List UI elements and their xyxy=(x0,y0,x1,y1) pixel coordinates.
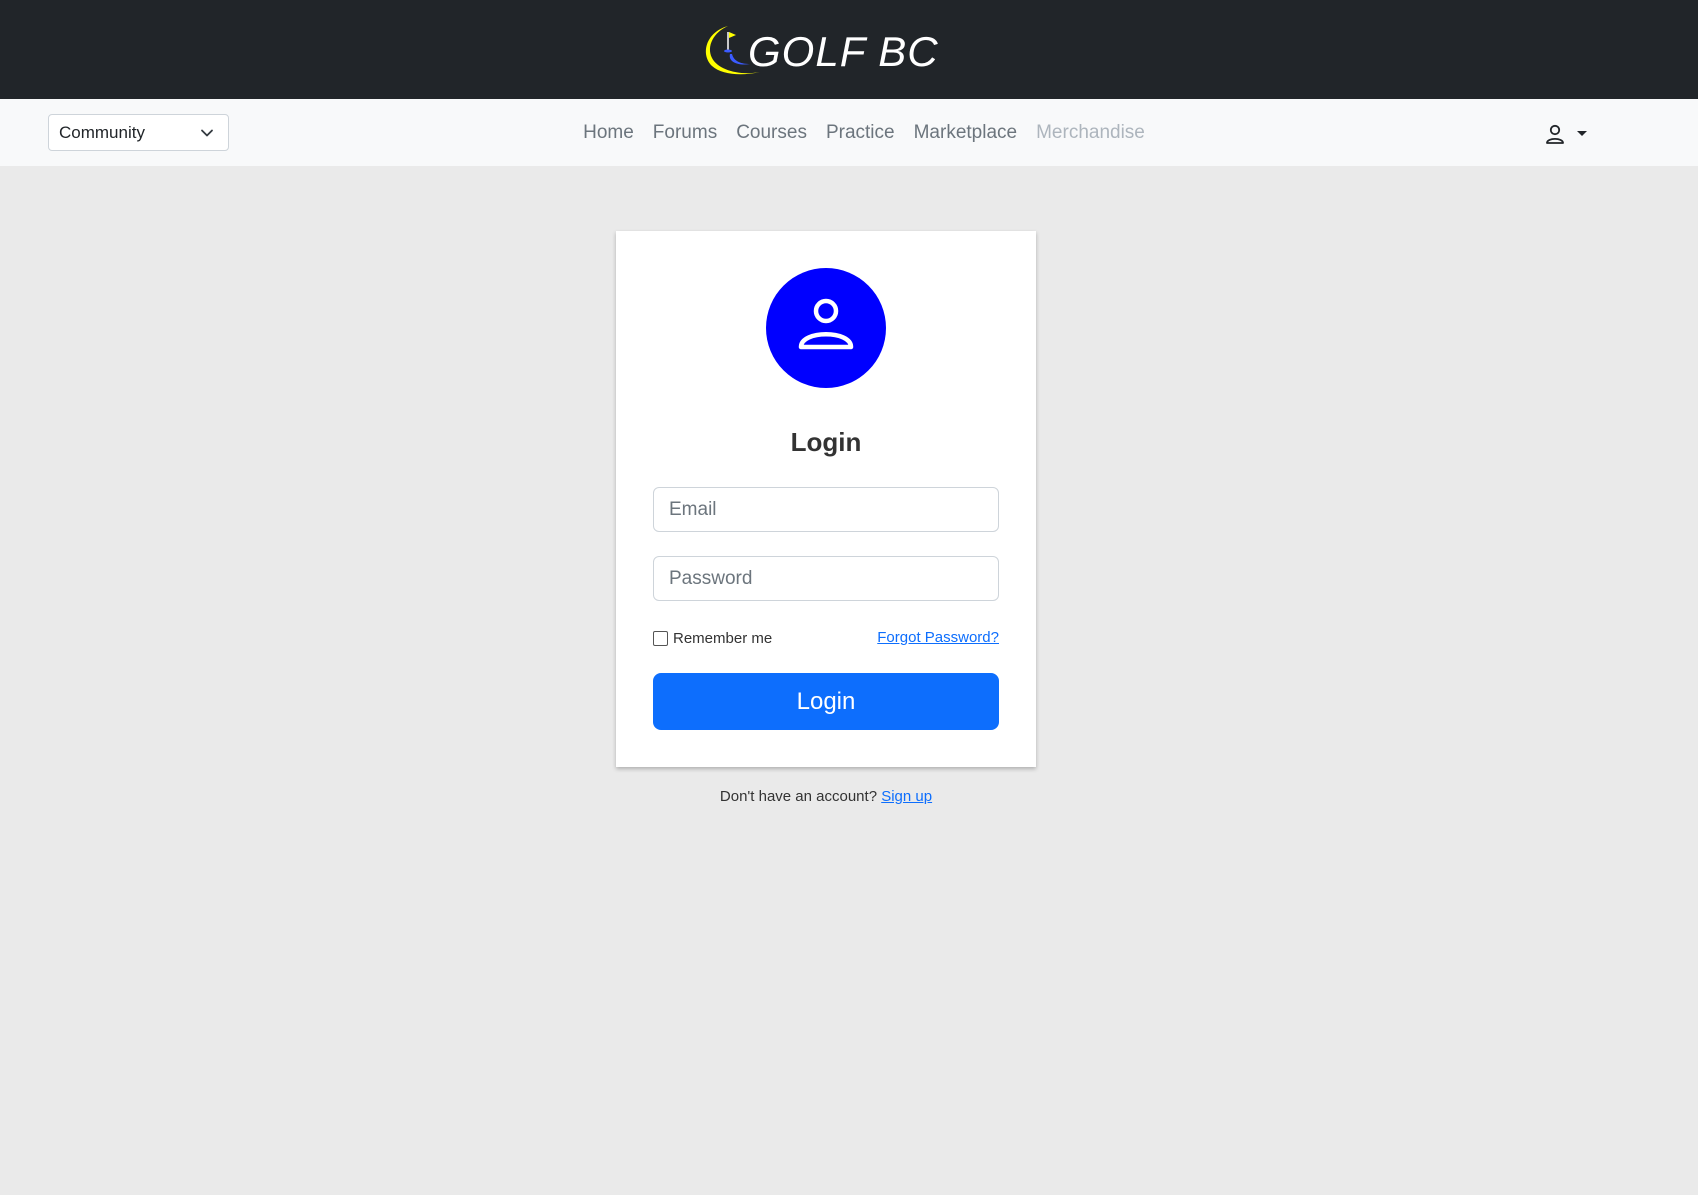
community-select[interactable]: Community xyxy=(48,114,229,151)
forgot-password-link[interactable]: Forgot Password? xyxy=(877,629,999,646)
community-select-value: Community xyxy=(59,123,145,142)
signup-prompt-text: Don't have an account? xyxy=(719,788,878,805)
chevron-down-icon xyxy=(201,129,213,137)
nav-home[interactable]: Home xyxy=(583,99,634,166)
email-field[interactable] xyxy=(653,487,999,532)
user-menu-toggle[interactable] xyxy=(1544,123,1592,145)
nav-merchandise: Merchandise xyxy=(1036,122,1145,143)
login-button[interactable]: Login xyxy=(653,673,999,730)
remember-me-checkbox[interactable] xyxy=(653,630,668,646)
nav-marketplace[interactable]: Marketplace xyxy=(914,99,1018,166)
signup-prompt: Don't have an account? Sign up xyxy=(0,788,1652,805)
password-field[interactable] xyxy=(653,556,999,601)
user-icon xyxy=(1546,124,1564,144)
remember-me-label: Remember me xyxy=(673,629,773,647)
nav-practice[interactable]: Practice xyxy=(826,99,895,166)
remember-me[interactable]: Remember me xyxy=(653,629,772,647)
top-brand-bar: GOLF BC xyxy=(0,0,1698,99)
nav-links: Home Forums Courses Practice Marketplace… xyxy=(0,99,1698,166)
login-title: Login xyxy=(790,427,862,457)
main-navbar: Home Forums Courses Practice Marketplace… xyxy=(0,99,1698,166)
logo-text: GOLF BC xyxy=(748,28,938,75)
golf-bc-logo[interactable]: GOLF BC xyxy=(698,20,938,82)
login-card: Login Remember me Forgot Password? Login xyxy=(616,231,1036,767)
nav-courses[interactable]: Courses xyxy=(736,99,807,166)
user-icon xyxy=(798,298,854,350)
caret-down-icon xyxy=(1577,131,1587,136)
signup-link[interactable]: Sign up xyxy=(881,788,932,805)
nav-forums[interactable]: Forums xyxy=(653,99,717,166)
golf-bc-logo-graphic: GOLF BC xyxy=(705,26,938,75)
login-avatar xyxy=(766,268,886,388)
